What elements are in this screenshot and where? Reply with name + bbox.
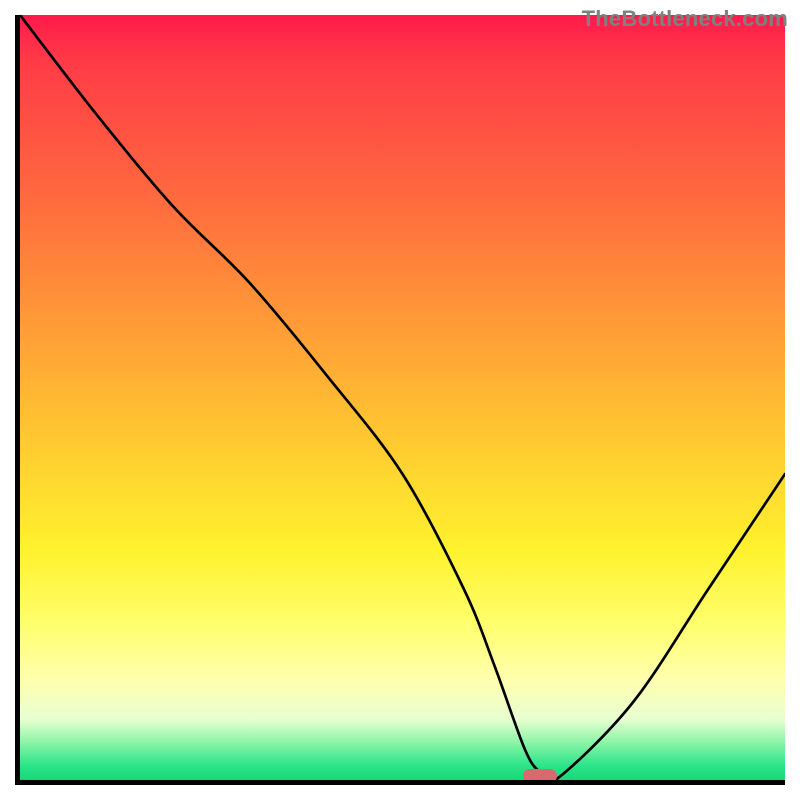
bottleneck-curve-path [20,15,785,780]
bottleneck-chart: TheBottleneck.com [0,0,800,800]
watermark-text: TheBottleneck.com [582,6,788,32]
curve-layer [20,15,785,780]
plot-area [15,15,785,785]
optimal-marker [523,769,557,783]
